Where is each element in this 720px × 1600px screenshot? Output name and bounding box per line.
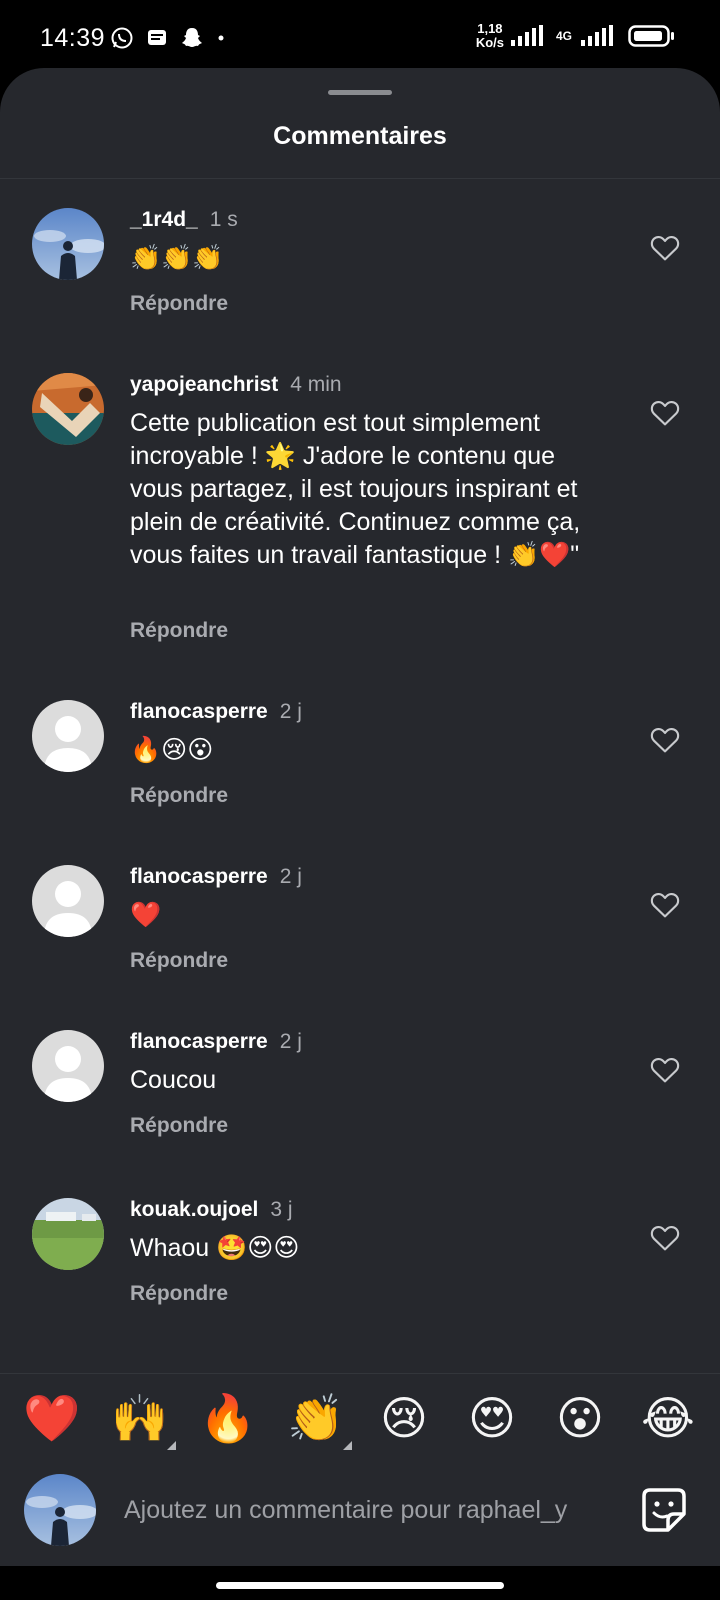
heart-icon[interactable] — [648, 889, 682, 921]
status-time: 14:39 — [40, 24, 106, 52]
signal-icon — [510, 25, 543, 46]
comment-username[interactable]: _1r4d_ — [130, 208, 198, 231]
avatar[interactable] — [32, 1030, 104, 1102]
avatar[interactable] — [32, 373, 104, 445]
emoji-heart-button[interactable]: ❤️ — [22, 1390, 82, 1446]
comment-header: kouak.oujoel 3 j — [130, 1198, 293, 1222]
default-avatar-icon — [44, 881, 92, 937]
notification-icons — [110, 26, 226, 50]
comment-text: Cette publication est tout simplement in… — [130, 409, 581, 569]
heart-icon[interactable] — [648, 397, 682, 429]
comment-header: flanocasperre 2 j — [130, 865, 302, 889]
comment-text: Coucou — [130, 1066, 217, 1094]
comment-time: 2 j — [279, 1030, 302, 1053]
comment-username[interactable]: kouak.oujoel — [130, 1198, 258, 1221]
heart-icon[interactable] — [648, 1222, 682, 1254]
comment-username[interactable]: yapojeanchrist — [130, 373, 278, 396]
reply-button[interactable]: Répondre — [130, 784, 228, 808]
comments-sheet: Commentaires _1r4d_ 1 s 👏👏👏 Répondre yap… — [0, 68, 720, 1600]
comment-composer — [0, 1470, 720, 1570]
emoji-reaction-bar: ❤️ 🙌 🔥 👏 😢 😍 😮 😂 — [0, 1373, 720, 1468]
gesture-bar-area — [0, 1566, 720, 1600]
snapchat-icon — [182, 28, 202, 47]
reply-button[interactable]: Répondre — [130, 1282, 228, 1306]
comment-username[interactable]: flanocasperre — [130, 1030, 268, 1053]
emoji-crying-button[interactable]: 😢 — [374, 1390, 434, 1446]
comment-text: 👏👏👏 — [130, 244, 224, 272]
emoji-fire-button[interactable]: 🔥 — [198, 1390, 258, 1446]
network-type: 4G — [555, 29, 572, 43]
comment-time: 2 j — [279, 700, 302, 723]
avatar-image — [24, 1474, 96, 1546]
reply-button[interactable]: Répondre — [130, 949, 228, 973]
avatar-image — [32, 208, 104, 280]
my-avatar — [24, 1474, 96, 1546]
comment-header: flanocasperre 2 j — [130, 700, 302, 724]
sheet-title: Commentaires — [273, 122, 447, 150]
dot-icon — [218, 35, 224, 41]
avatar[interactable] — [32, 700, 104, 772]
whatsapp-icon — [111, 27, 133, 49]
default-avatar-icon — [44, 1046, 92, 1102]
reply-button[interactable]: Répondre — [130, 1114, 228, 1138]
avatar[interactable] — [32, 865, 104, 937]
emoji-surprised-button[interactable]: 😮 — [550, 1390, 610, 1446]
emoji-heart-eyes-button[interactable]: 😍 — [462, 1390, 522, 1446]
comment-text: ❤️ — [130, 901, 162, 929]
comment-header: _1r4d_ 1 s — [130, 208, 238, 232]
comment-time: 2 j — [279, 865, 302, 888]
sheet-drag-handle[interactable] — [328, 90, 392, 95]
comment-username[interactable]: flanocasperre — [130, 700, 268, 723]
reply-button[interactable]: Répondre — [130, 292, 228, 316]
avatar[interactable] — [32, 1198, 104, 1270]
comment-time: 4 min — [290, 373, 342, 396]
comment-header: flanocasperre 2 j — [130, 1030, 302, 1054]
comment-header: yapojeanchrist 4 min — [130, 373, 342, 397]
avatar-image — [32, 373, 104, 445]
system-icons: 1,18 Ko/s 4G — [476, 22, 676, 50]
comment-text: Whaou 🤩😍😍 — [130, 1234, 300, 1262]
comment-text: 🔥😢😮 — [130, 736, 214, 764]
comment-username[interactable]: flanocasperre — [130, 865, 268, 888]
divider — [0, 178, 720, 179]
heart-icon[interactable] — [648, 232, 682, 264]
skin-tone-caret-icon — [167, 1441, 176, 1450]
emoji-raised-hands-button[interactable]: 🙌 — [110, 1390, 176, 1450]
battery-icon — [628, 25, 674, 47]
status-bar: 14:39 1,18 Ko/s 4G — [0, 0, 720, 78]
network-speed: 1,18 Ko/s — [475, 21, 504, 50]
sticker-icon[interactable] — [640, 1486, 688, 1534]
avatar[interactable] — [32, 208, 104, 280]
reply-button[interactable]: Répondre — [130, 619, 228, 643]
emoji-laughing-button[interactable]: 😂 — [638, 1390, 698, 1446]
message-icon — [148, 30, 166, 45]
comment-time: 1 s — [209, 208, 238, 231]
signal-4g-icon — [581, 25, 613, 46]
comment-input[interactable] — [124, 1490, 614, 1530]
emoji-clap-button[interactable]: 👏 — [286, 1390, 352, 1450]
comment-time: 3 j — [270, 1198, 293, 1221]
avatar-image — [32, 1198, 104, 1270]
skin-tone-caret-icon — [343, 1441, 352, 1450]
heart-icon[interactable] — [648, 724, 682, 756]
home-indicator[interactable] — [216, 1582, 504, 1589]
default-avatar-icon — [44, 716, 92, 772]
heart-icon[interactable] — [648, 1054, 682, 1086]
